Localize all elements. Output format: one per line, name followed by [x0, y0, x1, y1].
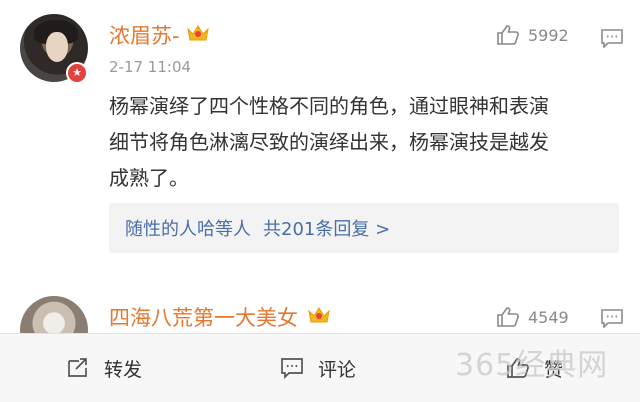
- verified-badge-icon: ★: [66, 62, 88, 84]
- comment-label: 评论: [318, 358, 357, 381]
- thumbs-up-icon: [497, 25, 519, 45]
- reply-icon[interactable]: [600, 308, 624, 328]
- replies-summary[interactable]: 随性的人哈等人 共201条回复 >: [109, 203, 619, 253]
- repost-icon: [68, 358, 87, 377]
- comment-body-line: 细节将角色淋漓尽致的演绎出来，杨幂演技是越发: [109, 130, 549, 154]
- thumbs-up-icon: [497, 307, 519, 327]
- crown-badge-icon: [187, 25, 209, 41]
- repost-button[interactable]: 转发: [66, 334, 142, 402]
- like-button[interactable]: 5992: [496, 24, 569, 46]
- comment-username[interactable]: 浓眉苏-: [109, 20, 180, 50]
- comment-button[interactable]: 评论: [280, 334, 356, 402]
- replies-count-link[interactable]: 共201条回复 >: [263, 215, 390, 241]
- repost-label: 转发: [104, 358, 143, 381]
- reply-icon[interactable]: [600, 28, 624, 48]
- comment-body-line: 杨幂演绎了四个性格不同的角色，通过眼神和表演: [109, 94, 549, 118]
- like-button[interactable]: 4549: [496, 306, 569, 328]
- avatar-face: [46, 32, 68, 62]
- comment-icon: [281, 358, 303, 379]
- comment-body: 杨幂演绎了四个性格不同的角色，通过眼神和表演 细节将角色淋漓尽致的演绎出来，杨幂…: [109, 88, 619, 196]
- crown-badge-icon: [308, 307, 330, 323]
- like-count: 4549: [528, 307, 569, 327]
- site-watermark: 365经典网: [455, 348, 609, 383]
- replies-users[interactable]: 随性的人哈等人: [125, 215, 251, 241]
- like-count: 5992: [528, 25, 569, 45]
- comment-body-line: 成熟了。: [109, 166, 189, 190]
- comment-timestamp: 2-17 11:04: [109, 58, 192, 76]
- comment-username[interactable]: 四海八荒第一大美女: [109, 302, 298, 332]
